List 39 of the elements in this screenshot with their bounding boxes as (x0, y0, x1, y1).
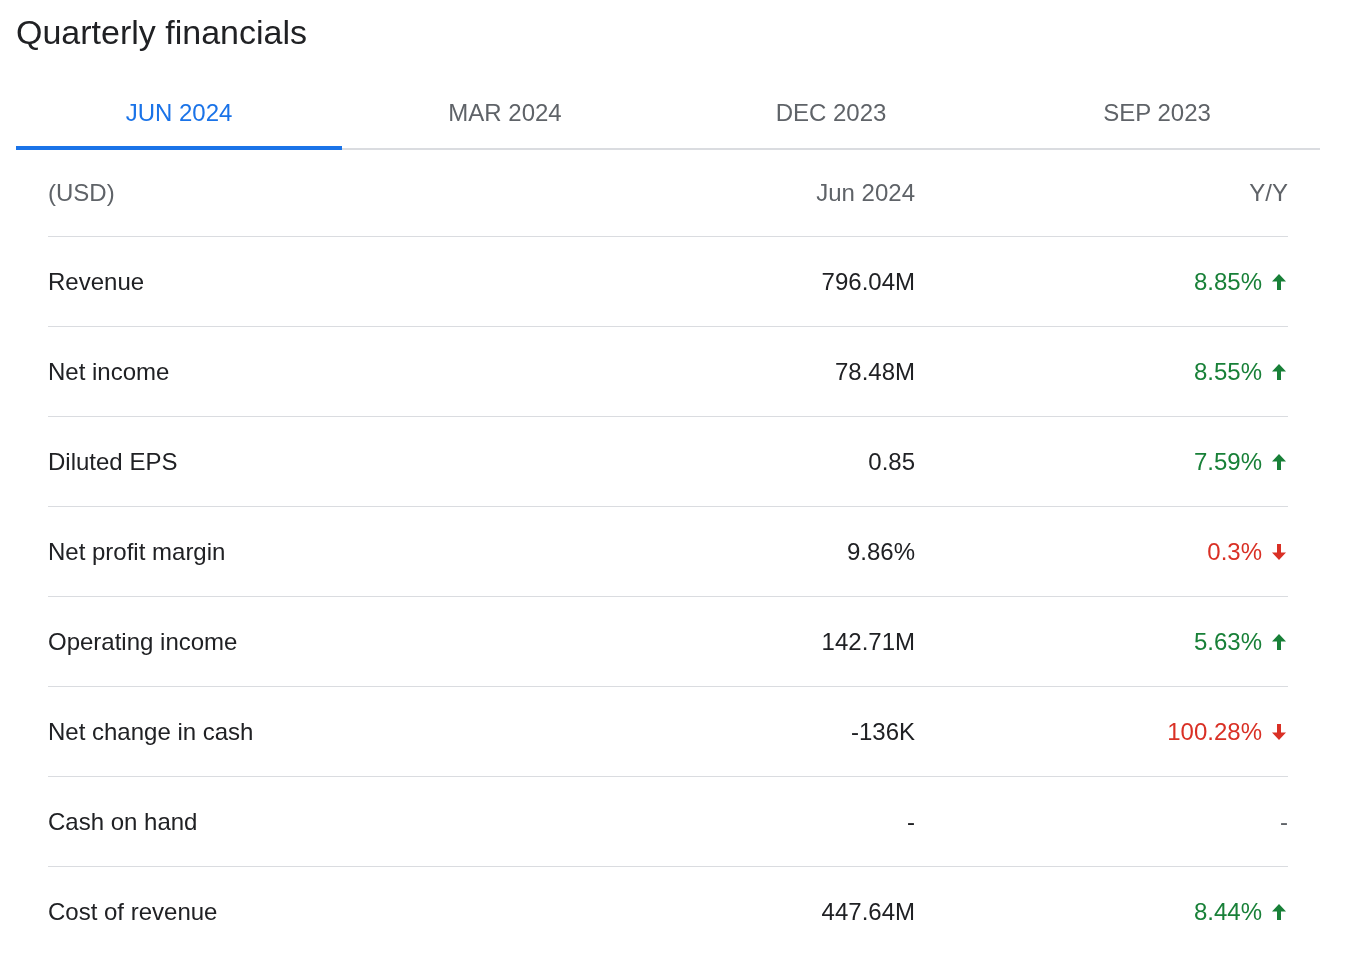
metric-value: 142.71M (821, 626, 915, 657)
metric-value: 447.64M (821, 897, 915, 927)
column-header: (USD) (48, 178, 115, 208)
metric-label: Net profit margin (48, 536, 226, 567)
metric-value: -136K (850, 716, 915, 747)
arrow-up-icon (1270, 272, 1288, 291)
metric-label: Net change in cash (48, 716, 254, 747)
period-tab[interactable]: SEP 2023 (994, 80, 1320, 150)
yoy-change: 8.55% (1193, 356, 1262, 387)
metric-label: Cost of revenue (48, 897, 218, 927)
metric-label: Revenue (48, 266, 145, 297)
yoy-change: 5.63% (1193, 626, 1262, 657)
column-header: Jun 2024 (816, 178, 915, 208)
section-title: Quarterly financials (16, 12, 308, 53)
period-tab[interactable]: MAR 2024 (342, 80, 668, 150)
arrow-up-icon (1270, 362, 1288, 381)
yoy-change: 8.85% (1193, 266, 1262, 297)
metric-value: 796.04M (821, 266, 915, 297)
yoy-change: 100.28% (1167, 716, 1262, 747)
column-header: Y/Y (1249, 178, 1288, 208)
metric-label: Diluted EPS (48, 446, 178, 477)
period-tab[interactable]: DEC 2023 (668, 80, 994, 150)
arrow-down-icon (1270, 542, 1288, 561)
yoy-change: 7.59% (1193, 446, 1262, 477)
arrow-up-icon (1270, 632, 1288, 651)
yoy-change: - (1280, 806, 1288, 837)
period-tab[interactable]: JUN 2024 (16, 80, 342, 150)
metric-value: - (907, 806, 915, 837)
metric-label: Cash on hand (48, 806, 198, 837)
metric-label: Net income (48, 356, 170, 387)
metric-value: 0.85 (868, 446, 915, 477)
metric-value: 78.48M (834, 356, 915, 387)
yoy-change: 0.3% (1207, 536, 1262, 567)
metric-value: 9.86% (846, 536, 915, 567)
yoy-change: 8.44% (1193, 897, 1262, 927)
metric-label: Operating income (48, 626, 238, 657)
arrow-up-icon (1270, 452, 1288, 471)
arrow-up-icon (1270, 903, 1288, 921)
arrow-down-icon (1270, 722, 1288, 741)
